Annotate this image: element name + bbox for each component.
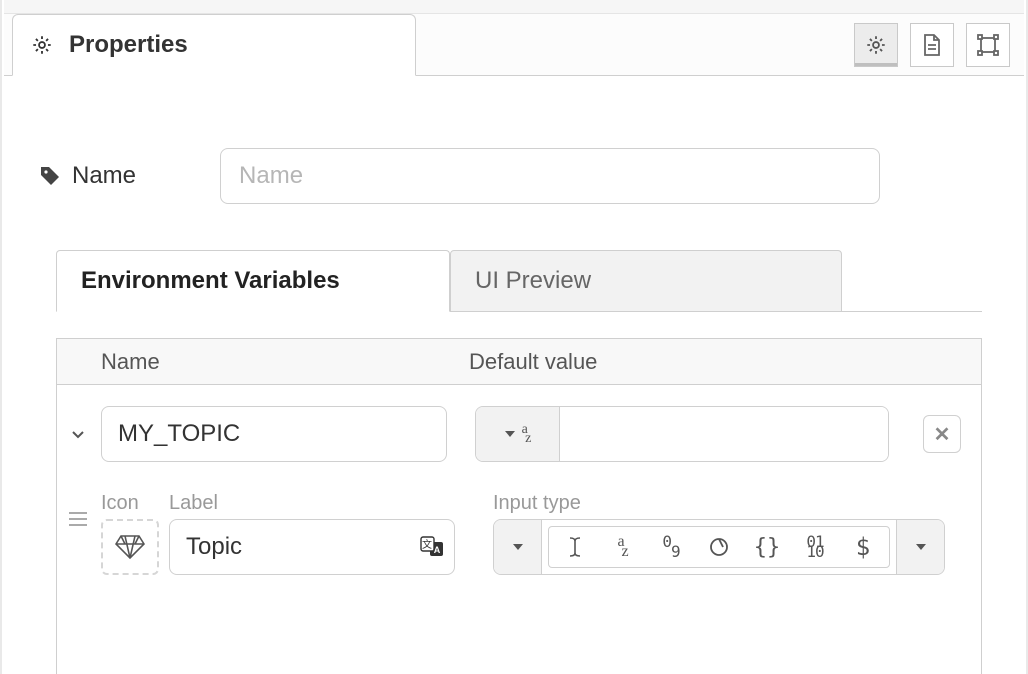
input-type-string[interactable]: a z xyxy=(601,528,645,566)
variable-row: a z ✕ xyxy=(57,385,981,471)
view-layout-button[interactable] xyxy=(966,23,1010,67)
default-value-input[interactable] xyxy=(560,407,888,461)
input-type-number[interactable]: 0 9 xyxy=(649,528,693,566)
input-type-text[interactable] xyxy=(553,528,597,566)
default-value-type-dropdown[interactable]: a z xyxy=(476,407,560,461)
zero-nine-icon: 0 9 xyxy=(662,537,679,557)
svg-text:文: 文 xyxy=(422,538,432,551)
tab-preview-label: UI Preview xyxy=(475,267,591,295)
translate-icon: 文 A xyxy=(420,536,444,558)
input-type-prev-dropdown[interactable] xyxy=(494,520,542,574)
env-var-table: Name Default value a z xyxy=(56,338,982,674)
tag-icon xyxy=(38,164,62,188)
column-default-header: Default value xyxy=(469,349,981,375)
binary-icon: 0110 xyxy=(806,537,823,557)
input-type-group: a z 0 9 xyxy=(493,519,945,575)
drag-handle[interactable] xyxy=(65,511,91,541)
tab-properties[interactable]: Properties xyxy=(12,14,416,76)
close-icon: ✕ xyxy=(934,422,951,447)
dollar-icon: $ xyxy=(856,533,870,561)
view-properties-button[interactable] xyxy=(854,23,898,67)
name-input[interactable] xyxy=(220,148,880,204)
column-name-header: Name xyxy=(93,349,469,375)
expand-toggle[interactable] xyxy=(65,426,91,442)
delete-variable-button[interactable]: ✕ xyxy=(923,415,961,453)
label-input[interactable] xyxy=(169,519,455,575)
icon-field-label: Icon xyxy=(101,492,159,515)
view-document-button[interactable] xyxy=(910,23,954,67)
input-type-json[interactable]: {} xyxy=(745,528,789,566)
default-value-group: a z xyxy=(475,406,889,462)
tab-environment-variables[interactable]: Environment Variables xyxy=(56,250,450,312)
input-type-next-dropdown[interactable] xyxy=(896,520,944,574)
i18n-button[interactable]: 文 A xyxy=(417,533,447,561)
input-type-expression[interactable]: $ xyxy=(841,528,885,566)
input-type-enum[interactable] xyxy=(697,528,741,566)
diamond-icon xyxy=(115,534,145,560)
text-cursor-icon xyxy=(567,535,583,559)
top-tab-bar: Properties xyxy=(4,14,1024,76)
input-type-binary[interactable]: 0110 xyxy=(793,528,837,566)
variable-name-input[interactable] xyxy=(101,406,447,462)
name-label: Name xyxy=(38,162,136,190)
target-icon xyxy=(708,536,730,558)
label-field-label: Label xyxy=(169,492,455,515)
input-type-label: Input type xyxy=(493,492,945,515)
gear-icon xyxy=(31,34,53,56)
window-top-strip xyxy=(4,0,1024,14)
az-icon: a z xyxy=(617,537,628,557)
tab-env-label: Environment Variables xyxy=(81,267,340,295)
tab-ui-preview[interactable]: UI Preview xyxy=(450,250,842,312)
icon-picker[interactable] xyxy=(101,519,159,575)
svg-text:A: A xyxy=(434,545,441,555)
name-label-text: Name xyxy=(72,162,136,190)
tab-title: Properties xyxy=(69,31,188,59)
az-icon: a z xyxy=(522,425,532,443)
braces-icon: {} xyxy=(754,535,781,560)
